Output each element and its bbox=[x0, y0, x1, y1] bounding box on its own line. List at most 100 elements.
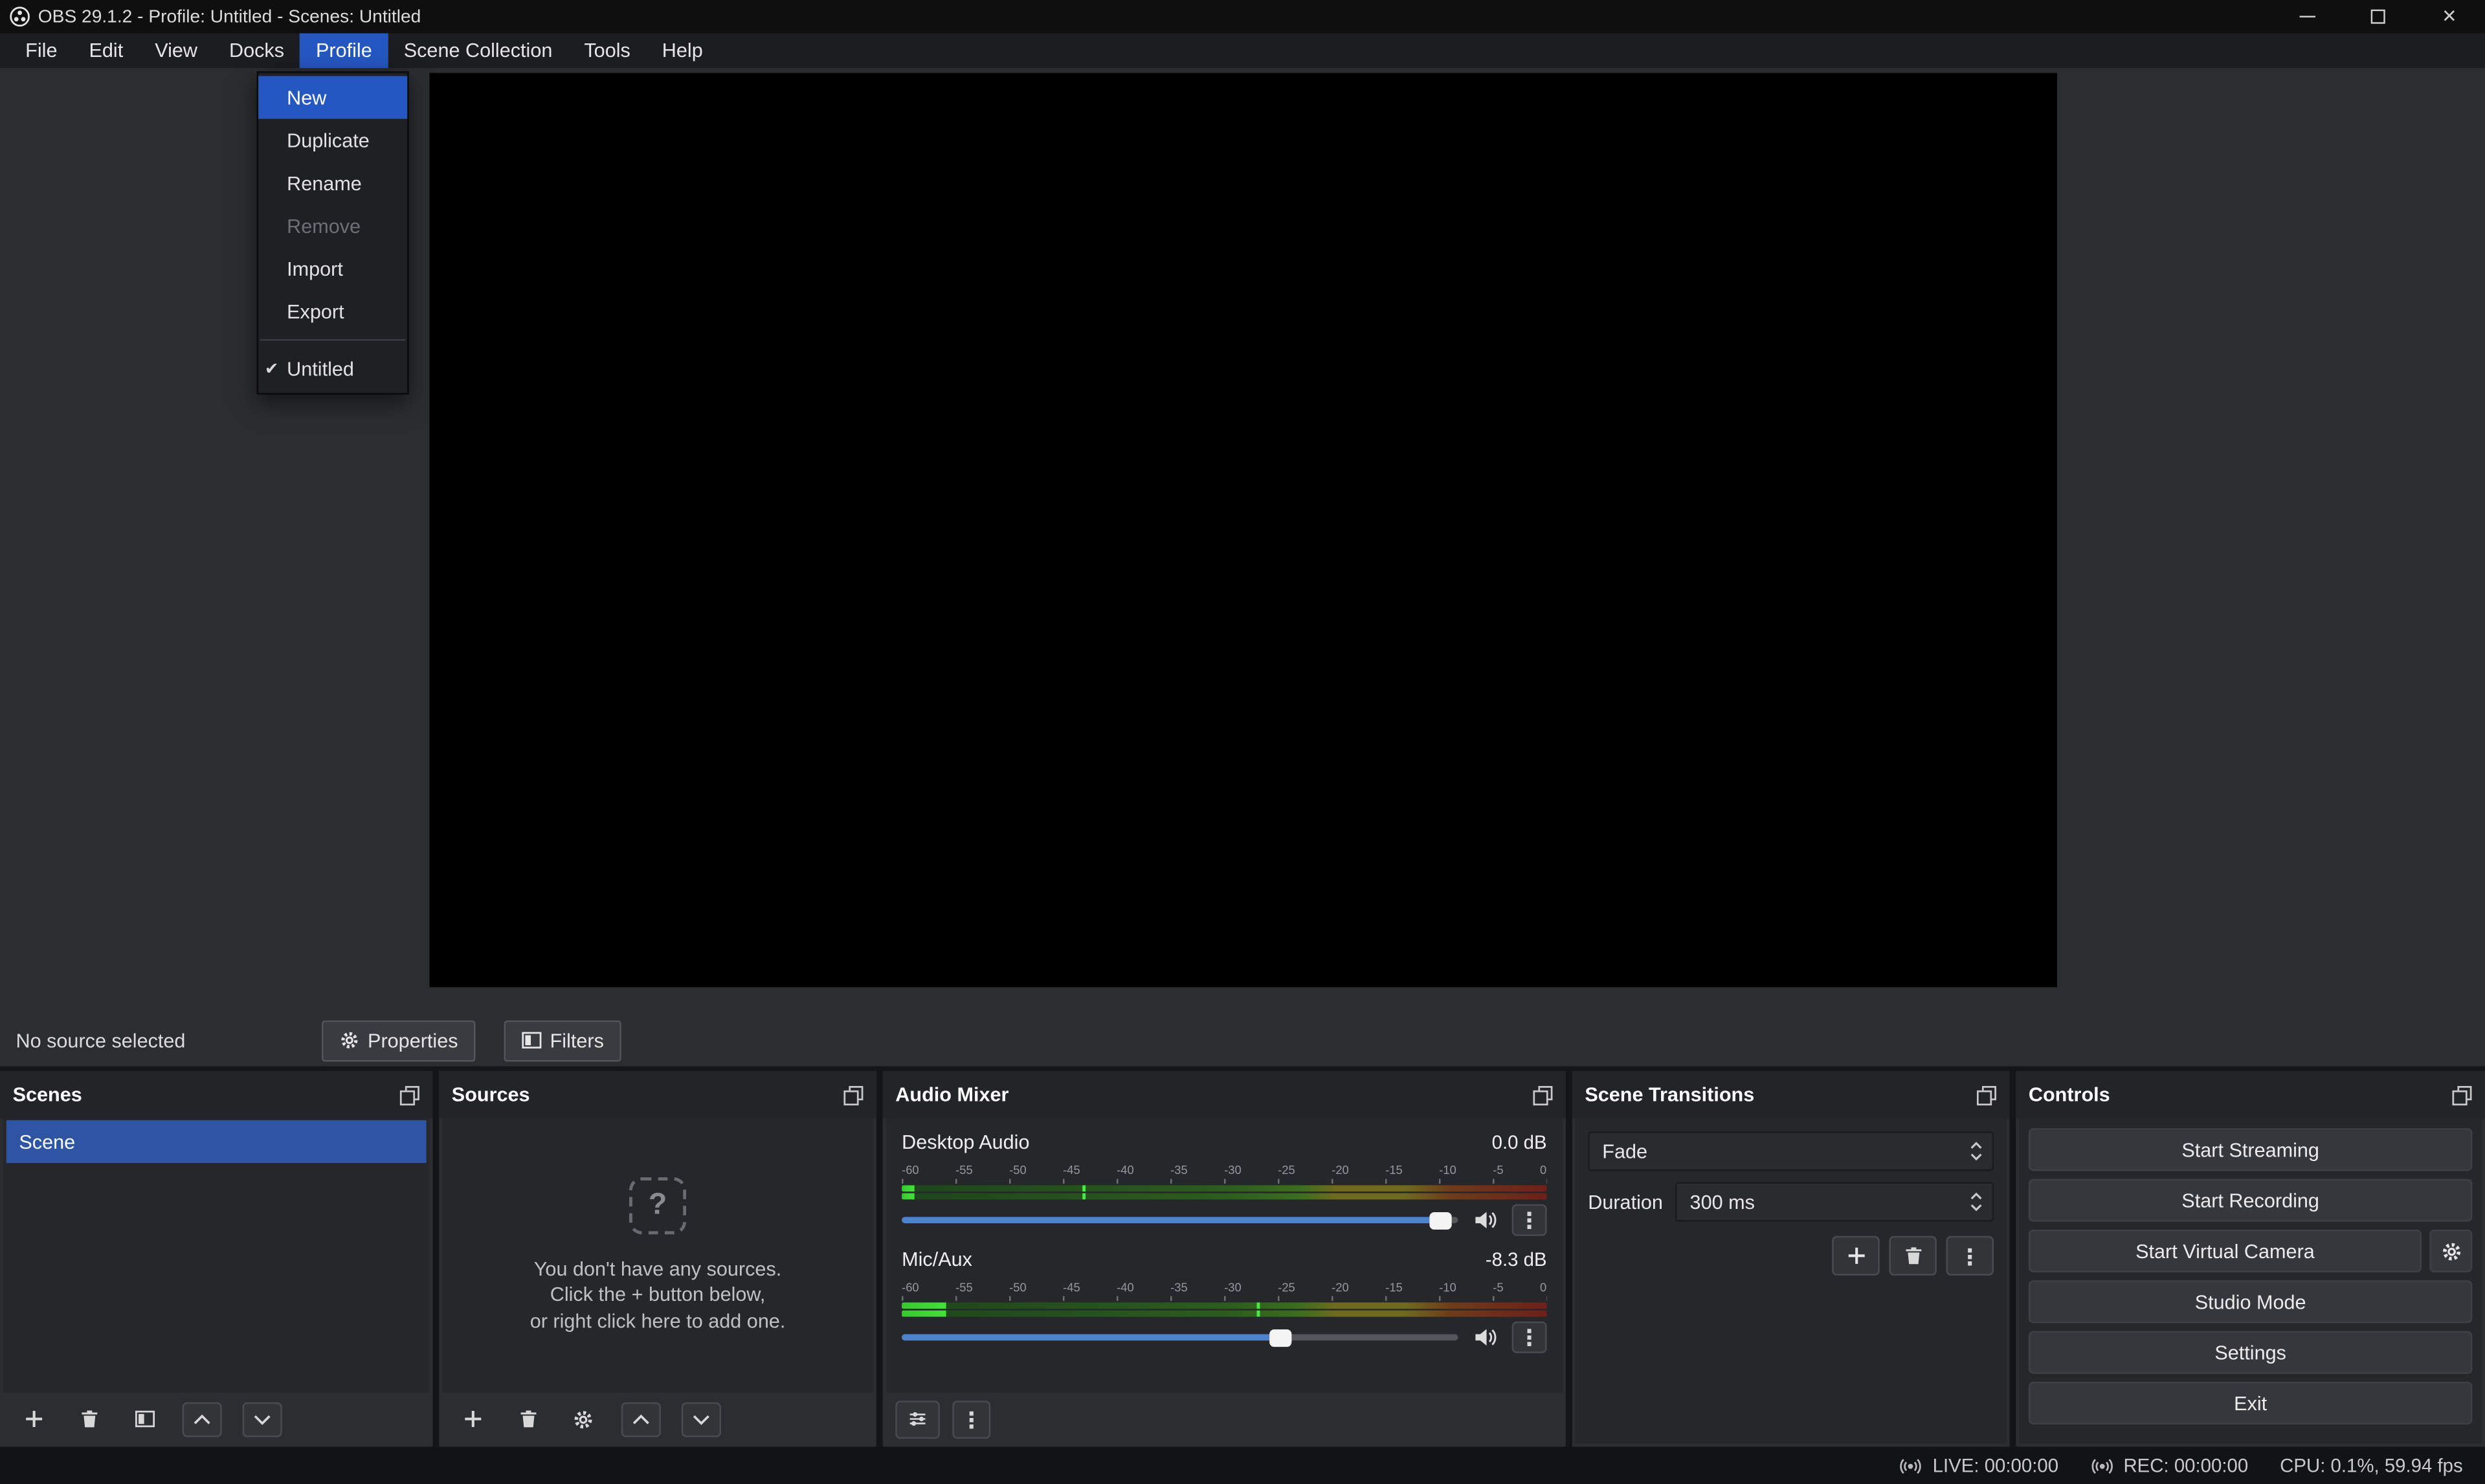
remove-transition-button[interactable] bbox=[1889, 1236, 1936, 1276]
menu-docks[interactable]: Docks bbox=[213, 33, 300, 68]
start-virtual-camera-button[interactable]: Start Virtual Camera bbox=[2029, 1230, 2422, 1272]
move-scene-down-button[interactable] bbox=[243, 1402, 282, 1437]
properties-label: Properties bbox=[368, 1029, 458, 1051]
scene-filters-button[interactable] bbox=[127, 1402, 162, 1437]
source-properties-button[interactable] bbox=[566, 1402, 601, 1437]
volume-meter bbox=[902, 1303, 1546, 1317]
channel-name: Desktop Audio bbox=[902, 1131, 1029, 1153]
sources-list[interactable]: ? You don't have any sources. Click the … bbox=[442, 1119, 873, 1393]
tick-label: -30 bbox=[1224, 1163, 1242, 1177]
tick-label: -60 bbox=[902, 1280, 919, 1294]
mixer-options-button[interactable]: ⋮ bbox=[952, 1400, 990, 1438]
channel-header: Desktop Audio 0.0 dB bbox=[902, 1131, 1546, 1158]
channel-options-button[interactable]: ⋮ bbox=[1512, 1204, 1547, 1236]
statusbar: LIVE: 00:00:00 REC: 00:00:00 CPU: 0.1%, … bbox=[0, 1446, 2485, 1484]
menu-edit[interactable]: Edit bbox=[73, 33, 139, 68]
no-source-label: No source selected bbox=[16, 1029, 185, 1051]
exit-button[interactable]: Exit bbox=[2029, 1382, 2473, 1424]
menu-item-new[interactable]: New bbox=[258, 76, 407, 119]
menu-tools[interactable]: Tools bbox=[568, 33, 646, 68]
advanced-audio-button[interactable] bbox=[895, 1400, 940, 1438]
titlebar: OBS 29.1.2 - Profile: Untitled - Scenes:… bbox=[0, 0, 2485, 33]
menu-item-untitled[interactable]: ✔ Untitled bbox=[258, 347, 407, 390]
volume-scale: -60-55-50-45-40-35-30-25-20-15-10-50 bbox=[902, 1163, 1546, 1177]
scene-list-item[interactable]: Scene bbox=[6, 1120, 427, 1163]
scene-transitions-dock-header: Scene Transitions bbox=[1572, 1071, 2010, 1118]
tick-label: -25 bbox=[1278, 1163, 1295, 1177]
studio-mode-button[interactable]: Studio Mode bbox=[2029, 1280, 2473, 1323]
meter-channel-right bbox=[902, 1311, 1546, 1317]
tick-label: -35 bbox=[1170, 1163, 1188, 1177]
tick-label: -10 bbox=[1439, 1163, 1456, 1177]
tick-label: -40 bbox=[1117, 1280, 1134, 1294]
mute-button[interactable] bbox=[1471, 1325, 1499, 1350]
volume-slider[interactable] bbox=[902, 1334, 1458, 1341]
scenes-list: Scene bbox=[3, 1119, 430, 1393]
popout-icon[interactable] bbox=[2450, 1084, 2472, 1106]
remove-source-button[interactable] bbox=[510, 1402, 545, 1437]
kebab-icon: ⋮ bbox=[1519, 1326, 1541, 1348]
menu-profile[interactable]: Profile bbox=[300, 33, 388, 68]
menu-view[interactable]: View bbox=[139, 33, 214, 68]
audio-mixer-dock: Audio Mixer Desktop Audio 0.0 dB -60-55-… bbox=[883, 1071, 1566, 1446]
popout-icon[interactable] bbox=[398, 1084, 420, 1106]
channel-options-button[interactable]: ⋮ bbox=[1512, 1322, 1547, 1353]
filters-button[interactable]: Filters bbox=[504, 1020, 621, 1061]
menu-item-rename[interactable]: Rename bbox=[258, 162, 407, 205]
menu-item-label: Remove bbox=[287, 215, 361, 237]
add-transition-button[interactable] bbox=[1832, 1236, 1879, 1276]
settings-button[interactable]: Settings bbox=[2029, 1331, 2473, 1374]
tick-label: 0 bbox=[1540, 1163, 1546, 1177]
menu-file[interactable]: File bbox=[10, 33, 73, 68]
kebab-icon: ⋮ bbox=[961, 1408, 983, 1430]
menu-scene-collection[interactable]: Scene Collection bbox=[388, 33, 568, 68]
menu-help[interactable]: Help bbox=[646, 33, 719, 68]
close-button[interactable]: × bbox=[2414, 0, 2485, 33]
remove-scene-button[interactable] bbox=[71, 1402, 106, 1437]
tick-label: -40 bbox=[1117, 1163, 1134, 1177]
menu-item-duplicate[interactable]: Duplicate bbox=[258, 119, 407, 162]
virtual-camera-settings-button[interactable] bbox=[2429, 1230, 2472, 1272]
popout-icon[interactable] bbox=[841, 1084, 864, 1106]
properties-button[interactable]: Properties bbox=[322, 1020, 475, 1061]
empty-line: or right click here to add one. bbox=[530, 1308, 786, 1334]
minimize-button[interactable] bbox=[2271, 0, 2342, 33]
mute-button[interactable] bbox=[1471, 1208, 1499, 1233]
menu-item-export[interactable]: Export bbox=[258, 290, 407, 333]
slider-handle[interactable] bbox=[1431, 1212, 1453, 1229]
preview-canvas[interactable] bbox=[430, 73, 2057, 988]
tick-label: -5 bbox=[1493, 1163, 1503, 1177]
combo-arrows-icon bbox=[1970, 1141, 1983, 1162]
transition-select[interactable]: Fade bbox=[1588, 1131, 1994, 1171]
spinbox-arrows-icon bbox=[1970, 1191, 1983, 1212]
add-scene-button[interactable] bbox=[16, 1402, 50, 1437]
duration-row: Duration 300 ms bbox=[1588, 1182, 1994, 1221]
move-source-up-button[interactable] bbox=[621, 1402, 661, 1437]
popout-icon[interactable] bbox=[1531, 1084, 1553, 1106]
kebab-icon: ⋮ bbox=[1519, 1209, 1541, 1231]
filters-label: Filters bbox=[550, 1029, 604, 1051]
move-source-down-button[interactable] bbox=[682, 1402, 721, 1437]
empty-line: Click the + button below, bbox=[530, 1282, 786, 1308]
mixer-toolbar: ⋮ bbox=[883, 1392, 1566, 1446]
duration-input[interactable]: 300 ms bbox=[1676, 1182, 1994, 1221]
add-source-button[interactable] bbox=[455, 1402, 490, 1437]
move-scene-up-button[interactable] bbox=[183, 1402, 222, 1437]
minimize-icon bbox=[2299, 16, 2314, 17]
maximize-button[interactable] bbox=[2343, 0, 2414, 33]
tick-label: -15 bbox=[1385, 1163, 1403, 1177]
start-streaming-button[interactable]: Start Streaming bbox=[2029, 1128, 2473, 1171]
popout-icon[interactable] bbox=[1975, 1084, 1997, 1106]
tick-label: -20 bbox=[1332, 1280, 1349, 1294]
menu-separator bbox=[260, 339, 406, 340]
mixer-channels: Desktop Audio 0.0 dB -60-55-50-45-40-35-… bbox=[886, 1119, 1563, 1393]
volume-slider[interactable] bbox=[902, 1217, 1458, 1223]
scene-transitions-title: Scene Transitions bbox=[1585, 1084, 1754, 1106]
menu-item-label: Untitled bbox=[287, 357, 354, 379]
audio-mixer-dock-header: Audio Mixer bbox=[883, 1071, 1566, 1118]
start-recording-button[interactable]: Start Recording bbox=[2029, 1179, 2473, 1222]
menu-item-import[interactable]: Import bbox=[258, 247, 407, 290]
transition-options-button[interactable]: ⋮ bbox=[1946, 1236, 1994, 1276]
slider-handle[interactable] bbox=[1269, 1329, 1291, 1346]
tick-label: -50 bbox=[1009, 1163, 1027, 1177]
